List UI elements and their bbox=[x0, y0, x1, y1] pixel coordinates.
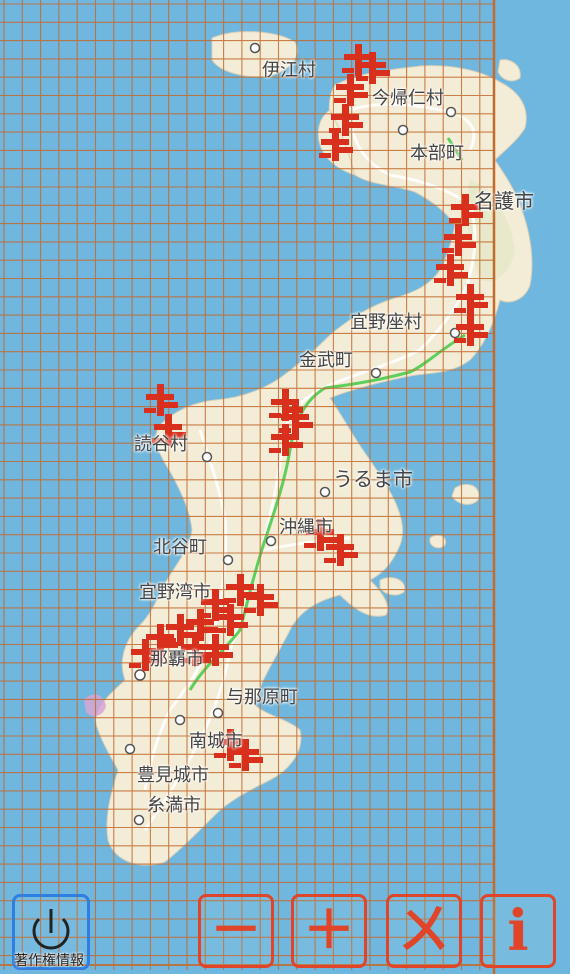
zoom-in-button[interactable]: ＋ bbox=[291, 894, 367, 968]
minus-icon: － bbox=[209, 901, 262, 961]
label-kin: 金武町 bbox=[299, 350, 353, 371]
label-naha: 那覇市 bbox=[150, 649, 204, 670]
label-motobu: 本部町 bbox=[410, 143, 464, 164]
copyright-link[interactable]: 著作権情報 bbox=[14, 950, 84, 970]
label-uruma: うるま市 bbox=[333, 467, 413, 491]
info-icon: i bbox=[507, 898, 529, 964]
label-itoman: 糸満市 bbox=[147, 795, 201, 816]
info-button[interactable]: i bbox=[480, 894, 556, 968]
map-canvas[interactable] bbox=[0, 0, 570, 974]
clear-icon: ㄨ bbox=[397, 901, 450, 961]
label-tomigusuku: 豊見城市 bbox=[137, 765, 209, 786]
label-ginowan: 宜野湾市 bbox=[139, 582, 211, 603]
label-iejima: 伊江村 bbox=[262, 60, 316, 81]
label-nakijin: 今帰仁村 bbox=[372, 88, 444, 109]
label-nago: 名護市 bbox=[474, 189, 534, 213]
label-chatan: 北谷町 bbox=[153, 537, 207, 558]
islet-2 bbox=[451, 484, 480, 505]
label-okinawa: 沖縄市 bbox=[279, 517, 333, 538]
zoom-out-button[interactable]: － bbox=[198, 894, 274, 968]
label-yomitan: 読谷村 bbox=[134, 434, 188, 455]
label-yonabaru: 与那原町 bbox=[226, 687, 298, 708]
clear-button[interactable]: ㄨ bbox=[386, 894, 462, 968]
plus-icon: ＋ bbox=[302, 901, 355, 961]
label-nanjo: 南城市 bbox=[189, 731, 243, 752]
label-ginoza: 宜野座村 bbox=[350, 312, 422, 333]
